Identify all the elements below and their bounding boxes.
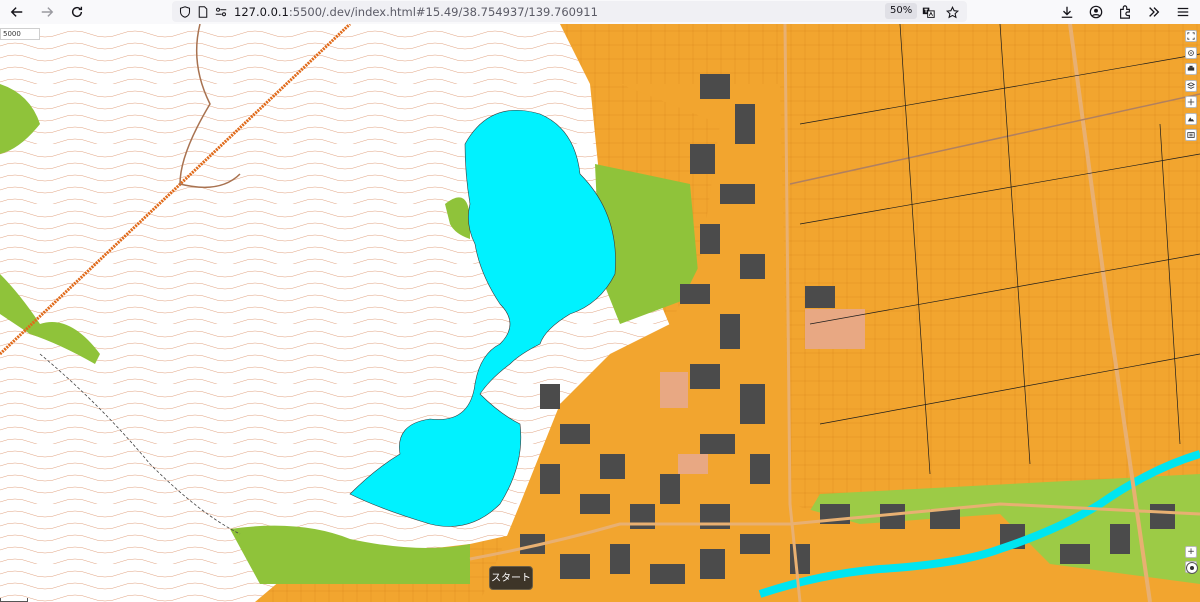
fullscreen-icon [1187,32,1195,40]
back-button[interactable] [2,0,32,24]
shield-button[interactable] [176,1,194,22]
legend-icon [1187,132,1195,138]
terrain-icon [1187,116,1195,121]
download-icon [1061,6,1072,18]
extensions-button[interactable] [1110,0,1139,24]
locate-button[interactable] [1185,46,1197,59]
zoom-in-button[interactable]: + [1185,546,1197,558]
field-town [678,454,708,474]
print-button[interactable] [1185,63,1197,75]
url-text: 127.0.0.1:5500/.dev/index.html#15.49/38.… [234,5,598,19]
reload-button[interactable] [62,0,92,24]
url-path: :5500/.dev/index.html#15.49/38.754937/13… [288,4,598,19]
downloads-button[interactable] [1052,0,1081,24]
layers-button[interactable] [1185,79,1197,92]
page-icon [198,5,208,18]
map-controls [1185,30,1197,146]
bookmark-star-icon [945,5,959,18]
start-button[interactable]: スタート [489,566,533,590]
app-menu-button[interactable] [1168,0,1197,24]
legend-button[interactable] [1185,129,1197,141]
account-icon [1089,5,1102,19]
layers-icon [1187,81,1195,89]
crosshair-button[interactable] [1185,96,1197,108]
terrain-button[interactable] [1185,112,1197,125]
map-canvas[interactable]: 5000 + − スタート [0,24,1200,602]
account-button[interactable] [1081,0,1110,24]
map-base-layer [0,24,1200,602]
shield-icon [179,5,191,18]
zoom-level-badge[interactable]: 50% [885,3,918,19]
print-icon [1187,65,1195,71]
bookmark-button[interactable] [942,2,962,22]
locate-icon [1188,49,1194,56]
school-field [660,372,688,408]
overflow-button[interactable] [1139,0,1168,24]
scale-label: 5000 [0,28,40,40]
overflow-icon [1148,7,1159,17]
scale-bar [0,598,28,602]
permissions-icon [215,7,227,16]
fullscreen-button[interactable] [1185,30,1197,42]
menu-icon [1177,7,1188,17]
compass-icon[interactable] [1186,562,1198,574]
url-host: 127.0.0.1 [234,4,289,19]
translate-button[interactable] [918,2,938,22]
forward-button[interactable] [32,0,62,24]
back-icon [10,7,23,17]
translate-icon [922,7,935,18]
permissions-button[interactable] [212,1,230,22]
toolbar-right [1052,0,1200,24]
url-bar[interactable]: 127.0.0.1:5500/.dev/index.html#15.49/38.… [172,1,967,22]
page-info-button[interactable] [194,1,212,22]
field-east [805,309,865,349]
extensions-icon [1119,5,1130,19]
crosshair-icon [1187,98,1195,106]
reload-icon [71,6,83,18]
forward-icon [41,7,54,17]
